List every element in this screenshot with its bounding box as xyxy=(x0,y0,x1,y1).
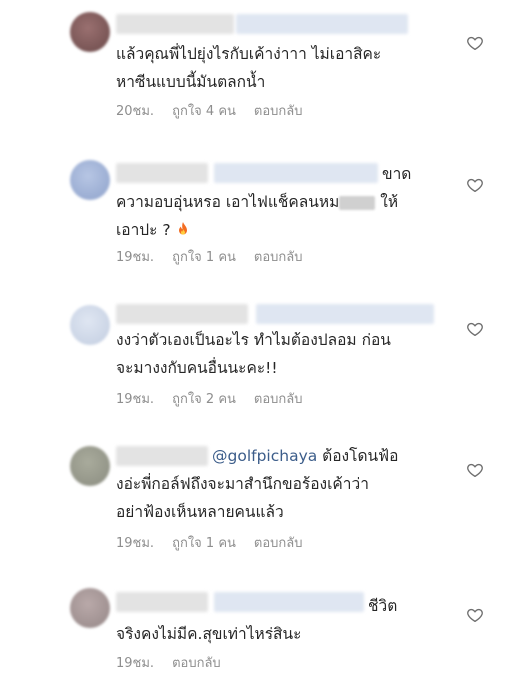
comment-text: งงว่าตัวเองเป็นอะไร ทำไมต้องปลอม ก่อน จะ… xyxy=(116,331,391,377)
comment-text: @golfpichaya ต้องโดนฟ้อ งอ่ะพี่กอล์ฟถึงจ… xyxy=(116,447,399,521)
redacted-word xyxy=(339,195,376,210)
reply-button[interactable]: ตอบกลับ xyxy=(254,388,303,409)
comment-time: 19ชม. xyxy=(116,536,155,551)
redacted-username xyxy=(236,14,408,34)
reply-button[interactable]: ตอบกลับ xyxy=(254,532,303,553)
likes-count[interactable]: ถูกใจ 4 คน xyxy=(172,100,236,121)
redacted-username xyxy=(116,14,234,34)
avatar[interactable] xyxy=(70,305,110,345)
likes-count[interactable]: ถูกใจ 1 คน xyxy=(172,246,236,267)
heart-icon[interactable] xyxy=(466,320,484,338)
comment-time: 20ชม. xyxy=(116,104,155,119)
comment-time: 19ชม. xyxy=(116,656,155,671)
comment-meta: 20ชม. ถูกใจ 4 คน ตอบกลับ xyxy=(116,100,303,121)
heart-icon[interactable] xyxy=(466,461,484,479)
redacted-username xyxy=(116,304,248,324)
heart-icon[interactable] xyxy=(466,606,484,624)
comment-meta: 19ชม. ถูกใจ 2 คน ตอบกลับ xyxy=(116,388,303,409)
comment-time: 19ชม. xyxy=(116,250,155,265)
likes-count[interactable]: ถูกใจ 1 คน xyxy=(172,532,236,553)
avatar[interactable] xyxy=(70,160,110,200)
comment-meta: 19ชม. ตอบกลับ xyxy=(116,652,221,673)
reply-button[interactable]: ตอบกลับ xyxy=(254,246,303,267)
heart-icon[interactable] xyxy=(466,176,484,194)
comment-meta: 19ชม. ถูกใจ 1 คน ตอบกลับ xyxy=(116,532,303,553)
redacted-username xyxy=(256,304,434,324)
comment-meta: 19ชม. ถูกใจ 1 คน ตอบกลับ xyxy=(116,246,303,267)
comment-text: ขาด ความอบอุ่นหรอ เอาไฟแช็คลนหม ให้ เอาป… xyxy=(116,165,412,239)
avatar[interactable] xyxy=(70,446,110,486)
comment-text: แล้วคุณพี่ไปยุ่งไรกับเค้าง่าาา ไม่เอาสิค… xyxy=(116,45,382,91)
comment-time: 19ชม. xyxy=(116,392,155,407)
avatar[interactable] xyxy=(70,588,110,628)
reply-button[interactable]: ตอบกลับ xyxy=(172,652,221,673)
comment-text: ชีวิต จริงคงไม่มีค.สุขเท่าไหร่สินะ xyxy=(116,597,398,643)
mention-link[interactable]: @golfpichaya xyxy=(212,447,317,465)
likes-count[interactable]: ถูกใจ 2 คน xyxy=(172,388,236,409)
reply-button[interactable]: ตอบกลับ xyxy=(254,100,303,121)
fire-icon xyxy=(176,218,190,235)
heart-icon[interactable] xyxy=(466,34,484,52)
avatar[interactable] xyxy=(70,12,110,52)
